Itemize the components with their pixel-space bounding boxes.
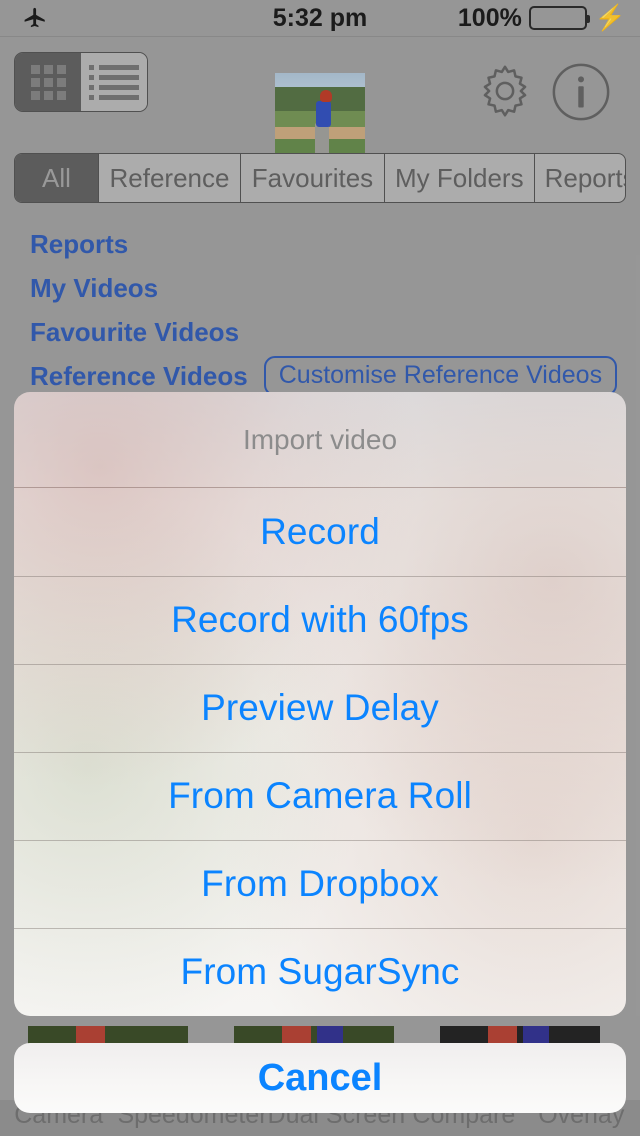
action-record-60fps[interactable]: Record with 60fps — [14, 576, 626, 664]
action-from-dropbox[interactable]: From Dropbox — [14, 840, 626, 928]
action-from-dropbox-label: From Dropbox — [201, 863, 439, 904]
action-from-camera-roll-label: From Camera Roll — [168, 775, 472, 816]
action-from-sugarsync[interactable]: From SugarSync — [14, 928, 626, 1016]
action-record[interactable]: Record — [14, 488, 626, 576]
action-record-label: Record — [260, 511, 380, 552]
action-record-60fps-label: Record with 60fps — [171, 599, 469, 640]
action-preview-delay-label: Preview Delay — [201, 687, 439, 728]
app-screen: 5:32 pm 100% ⚡ All Reference Favourites … — [0, 0, 640, 1136]
action-from-sugarsync-label: From SugarSync — [180, 951, 460, 992]
action-sheet-title: Import video — [14, 392, 626, 488]
import-video-action-sheet: Import video Record Record with 60fps Pr… — [14, 392, 626, 1016]
cancel-button[interactable]: Cancel — [14, 1043, 626, 1113]
cancel-button-label: Cancel — [257, 1056, 383, 1099]
action-preview-delay[interactable]: Preview Delay — [14, 664, 626, 752]
action-from-camera-roll[interactable]: From Camera Roll — [14, 752, 626, 840]
